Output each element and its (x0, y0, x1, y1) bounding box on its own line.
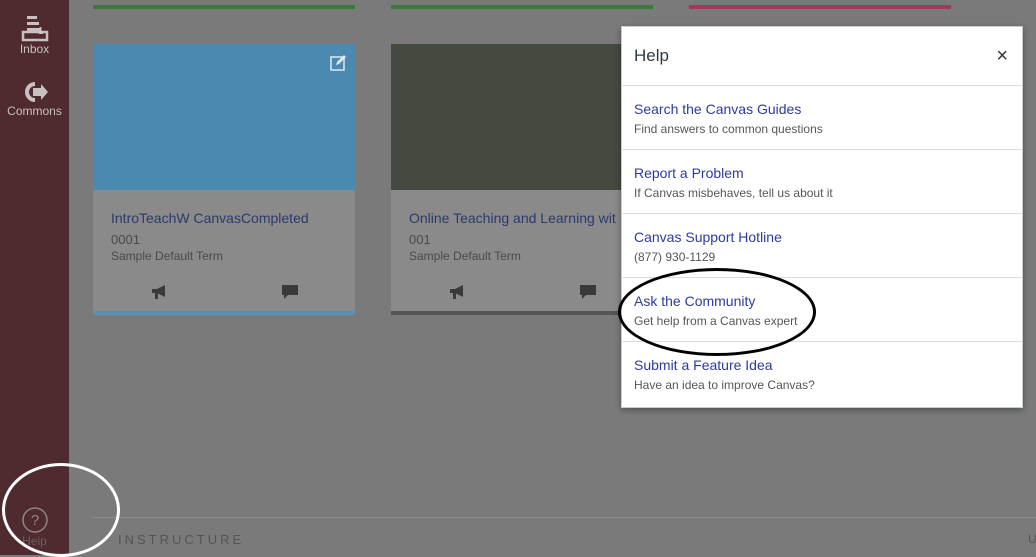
nav-commons[interactable]: Commons (0, 80, 69, 118)
course-card[interactable]: Online Teaching and Learning wit 001 Sam… (391, 44, 653, 315)
course-card-accent (391, 311, 653, 315)
help-item-desc: (877) 930-1129 (634, 250, 716, 264)
footer-brand[interactable]: INSTRUCTURE (118, 532, 244, 547)
inbox-icon (21, 16, 48, 42)
announcements-icon[interactable] (151, 284, 169, 300)
help-item-support-hotline[interactable]: Canvas Support Hotline (877) 930-1129 (622, 214, 1022, 278)
announcements-icon[interactable] (449, 284, 467, 300)
course-term: Sample Default Term (111, 249, 223, 263)
help-item-link[interactable]: Canvas Support Hotline (634, 229, 782, 245)
help-title: Help (634, 46, 669, 65)
help-item-link[interactable]: Report a Problem (634, 165, 744, 181)
help-item-link[interactable]: Submit a Feature Idea (634, 357, 773, 373)
help-item-desc: Have an idea to improve Canvas? (634, 378, 815, 392)
annotation-ellipse-help (2, 463, 120, 557)
help-item-link[interactable]: Search the Canvas Guides (634, 101, 801, 117)
course-title[interactable]: Online Teaching and Learning wit (409, 210, 616, 226)
help-header: Help × (622, 27, 1022, 86)
help-item-search-guides[interactable]: Search the Canvas Guides Find answers to… (622, 86, 1022, 150)
course-title[interactable]: IntroTeachW CanvasCompleted (111, 210, 309, 226)
nav-commons-label: Commons (7, 104, 62, 118)
course-code: 0001 (111, 232, 140, 247)
help-item-report-problem[interactable]: Report a Problem If Canvas misbehaves, t… (622, 150, 1022, 214)
card-top-bar (93, 5, 355, 9)
course-card[interactable]: IntroTeachW CanvasCompleted 0001 Sample … (93, 44, 355, 315)
close-icon[interactable]: × (996, 45, 1008, 68)
card-top-bar (689, 5, 951, 9)
commons-icon (24, 82, 48, 102)
discussions-icon[interactable] (281, 284, 299, 300)
footer-divider (92, 517, 1036, 518)
discussions-icon[interactable] (579, 284, 597, 300)
annotation-ellipse-community (618, 268, 816, 356)
nav-inbox[interactable]: 1 Inbox (0, 12, 69, 56)
help-item-desc: If Canvas misbehaves, tell us about it (634, 186, 833, 200)
edit-icon[interactable] (329, 54, 347, 72)
course-card-hero[interactable] (93, 44, 355, 190)
inbox-badge: 1 (38, 26, 44, 37)
course-code: 001 (409, 232, 431, 247)
footer-link[interactable]: U (1028, 532, 1036, 546)
course-card-accent (93, 311, 355, 315)
card-top-bar (391, 5, 653, 9)
help-item-desc: Find answers to common questions (634, 122, 823, 136)
course-card-hero[interactable] (391, 44, 653, 190)
course-term: Sample Default Term (409, 249, 521, 263)
nav-inbox-label: Inbox (19, 42, 50, 56)
